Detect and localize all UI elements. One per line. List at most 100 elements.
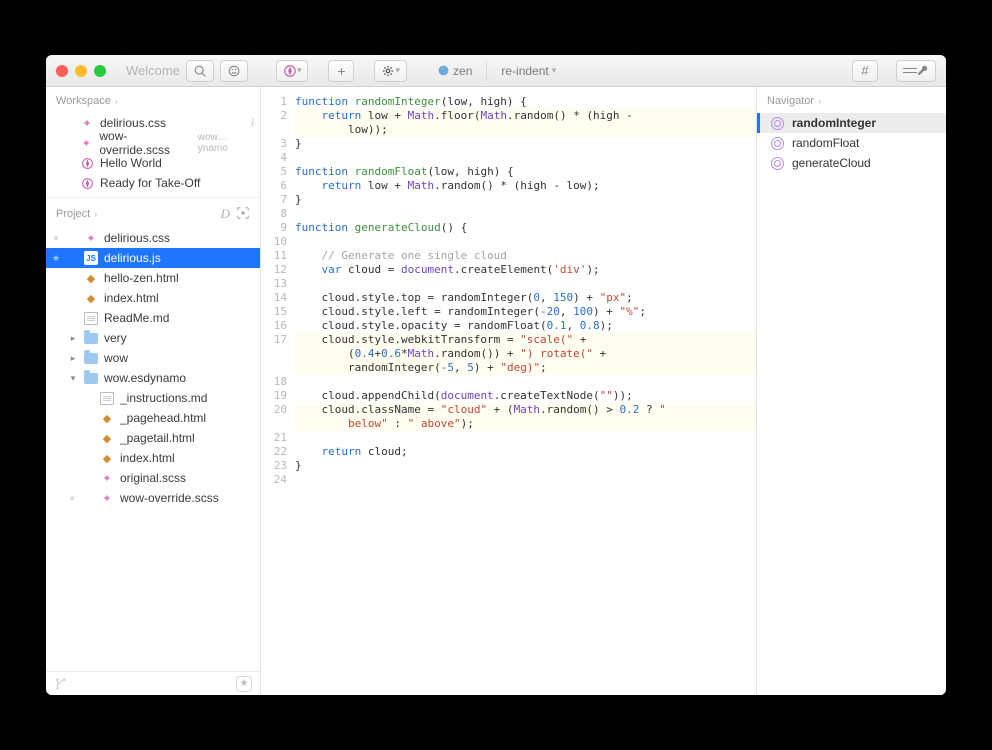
- favorite-toggle[interactable]: ★: [236, 676, 252, 692]
- workspace-list: ✦delirious.css/✦wow-override.scsswow…yna…: [46, 113, 260, 193]
- tree-folder[interactable]: ▾ wow.esdynamo: [46, 368, 260, 388]
- function-icon: [771, 157, 784, 170]
- css-icon: ✦: [100, 491, 114, 505]
- app-window: Welcome ▾ + ▾ zen re-indent ▾ #: [46, 55, 946, 695]
- item-label: delirious.css: [100, 116, 166, 130]
- code-area[interactable]: 123456789101112131415161718192021222324 …: [261, 87, 756, 695]
- tree-folder[interactable]: ▸ very: [46, 328, 260, 348]
- navigator-list: randomInteger randomFloat generateCloud: [757, 113, 946, 173]
- html-icon: ◆: [84, 271, 98, 285]
- project-tree: ★✦delirious.css★JSdelirious.js◆hello-zen…: [46, 228, 260, 508]
- tree-folder[interactable]: ▸ wow: [46, 348, 260, 368]
- star-icon[interactable]: ★: [52, 233, 62, 244]
- css-icon: ✦: [80, 116, 94, 130]
- disclosure-icon[interactable]: ▸: [68, 333, 78, 344]
- star-icon[interactable]: ★: [52, 253, 62, 264]
- zoom-icon[interactable]: [94, 65, 106, 77]
- search-button[interactable]: [186, 60, 214, 82]
- html-icon: ◆: [100, 451, 114, 465]
- zen-mode-button[interactable]: zen: [433, 64, 476, 78]
- workspace-item[interactable]: Hello World: [46, 153, 260, 173]
- tree-file[interactable]: ✦ original.scss: [46, 468, 260, 488]
- settings-button[interactable]: ▾: [374, 60, 407, 82]
- item-label: wow.esdynamo: [104, 371, 186, 385]
- code-content[interactable]: function randomInteger(low, high) { retu…: [295, 95, 756, 695]
- close-icon[interactable]: [56, 65, 68, 77]
- item-label: _pagetail.html: [120, 431, 195, 445]
- md-icon: [100, 392, 114, 405]
- item-label: wow: [104, 351, 128, 365]
- css-icon: ✦: [100, 471, 114, 485]
- tree-file[interactable]: ◆ index.html: [46, 288, 260, 308]
- workspace-item[interactable]: Ready for Take-Off: [46, 173, 260, 193]
- item-label: index.html: [104, 291, 159, 305]
- folder-icon: [84, 371, 98, 385]
- navigator-panel: Navigator › randomInteger randomFloat gene…: [756, 87, 946, 695]
- sliders-icon: [903, 66, 917, 76]
- selection-bar: [757, 113, 760, 133]
- reindent-label: re-indent: [501, 64, 548, 78]
- tree-file[interactable]: ◆ index.html: [46, 448, 260, 468]
- item-label: wow-override.scss: [99, 129, 191, 157]
- line-gutter: 123456789101112131415161718192021222324: [261, 95, 295, 695]
- project-header[interactable]: Project › D: [46, 197, 260, 228]
- item-label: delirious.css: [104, 231, 170, 245]
- tree-file[interactable]: ★✦delirious.css: [46, 228, 260, 248]
- gear-icon: [381, 64, 395, 78]
- disclosure-icon[interactable]: ▾: [68, 373, 78, 384]
- html-icon: ◆: [100, 431, 114, 445]
- search-icon: [193, 64, 207, 78]
- window-title: Welcome: [126, 63, 180, 78]
- workspace-header[interactable]: Workspace ›: [46, 87, 260, 113]
- navigator-header[interactable]: Navigator ›: [757, 87, 946, 113]
- titlebar: Welcome ▾ + ▾ zen re-indent ▾ #: [46, 55, 946, 87]
- smile-icon: [227, 64, 241, 78]
- js-icon: JS: [84, 251, 98, 265]
- smile-button[interactable]: [220, 60, 248, 82]
- item-label: very: [104, 331, 127, 345]
- item-label: Ready for Take-Off: [100, 176, 200, 190]
- item-label: Hello World: [100, 156, 162, 170]
- tree-file[interactable]: ◆ _pagetail.html: [46, 428, 260, 448]
- tree-file[interactable]: ◆ _pagehead.html: [46, 408, 260, 428]
- tree-file[interactable]: ★ JS delirious.js: [46, 248, 260, 268]
- navigator-item[interactable]: generateCloud: [757, 153, 946, 173]
- scan-icon[interactable]: [236, 206, 250, 220]
- branch-icon[interactable]: [54, 678, 68, 690]
- html-icon: ◆: [100, 411, 114, 425]
- tree-file[interactable]: ◆hello-zen.html: [46, 268, 260, 288]
- item-label: ReadMe.md: [104, 311, 169, 325]
- item-label: index.html: [120, 451, 175, 465]
- item-label: _pagehead.html: [120, 411, 206, 425]
- window-controls: [56, 65, 106, 77]
- compass-icon: [80, 156, 94, 170]
- minimize-icon[interactable]: [75, 65, 87, 77]
- tools-button[interactable]: [896, 60, 936, 82]
- item-label: delirious.js: [104, 251, 161, 265]
- disclosure-icon[interactable]: ▸: [68, 353, 78, 364]
- tree-file[interactable]: _instructions.md: [46, 388, 260, 408]
- md-icon: [84, 312, 98, 325]
- hash-button[interactable]: #: [852, 60, 878, 82]
- nav-button[interactable]: ▾: [276, 60, 309, 82]
- sidebar-footer: ★: [46, 671, 260, 695]
- navigator-item[interactable]: randomInteger: [757, 113, 946, 133]
- separator: [486, 61, 487, 81]
- dynamo-icon[interactable]: D: [221, 206, 230, 222]
- navigator-label: randomFloat: [792, 136, 859, 150]
- item-label: original.scss: [120, 471, 186, 485]
- navigator-item[interactable]: randomFloat: [757, 133, 946, 153]
- tree-file[interactable]: ReadMe.md: [46, 308, 260, 328]
- zen-label: zen: [453, 64, 472, 78]
- workspace-item[interactable]: ✦wow-override.scsswow…ynamo: [46, 133, 260, 153]
- editor: 123456789101112131415161718192021222324 …: [261, 87, 946, 695]
- add-button[interactable]: +: [328, 60, 354, 82]
- star-icon[interactable]: ★: [68, 493, 78, 504]
- project-label: Project: [56, 208, 90, 220]
- wrench-icon: [915, 64, 929, 78]
- tree-file[interactable]: ★✦wow-override.scss: [46, 488, 260, 508]
- sidebar: Workspace › ✦delirious.css/✦wow-override…: [46, 87, 261, 695]
- html-icon: ◆: [84, 291, 98, 305]
- reindent-button[interactable]: re-indent ▾: [497, 64, 560, 78]
- navigator-label: Navigator: [767, 95, 814, 107]
